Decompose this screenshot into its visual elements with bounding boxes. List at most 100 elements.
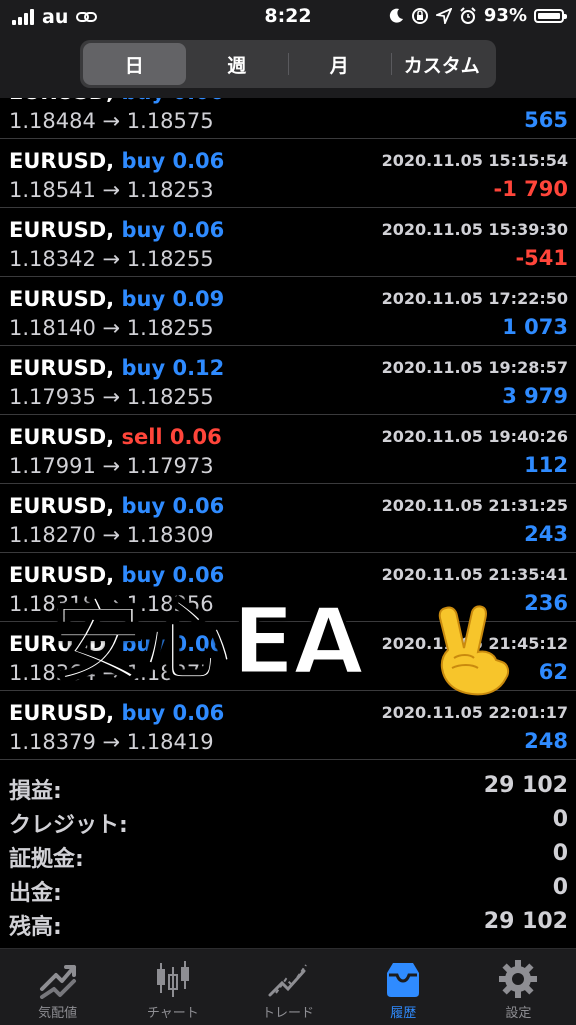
deal-row[interactable]: EURUSD, buy 0.06 2020.11.05 15:39:30 1.183… bbox=[0, 208, 576, 277]
deal-prices: 1.17991 → 1.17973 bbox=[9, 454, 214, 478]
deal-date: 2020.11.05 21:35:41 bbox=[381, 565, 568, 584]
deal-title: EURUSD, sell 0.06 bbox=[9, 425, 222, 449]
deal-title: EURUSD, buy 0.06 bbox=[9, 149, 224, 173]
deal-profit: 248 bbox=[524, 729, 568, 753]
deal-prices: 1.18379 → 1.18419 bbox=[9, 730, 214, 754]
deal-title: EURUSD, buy 0.09 bbox=[9, 287, 224, 311]
battery-percent: 93% bbox=[483, 5, 527, 26]
deal-side: buy 0.06 bbox=[121, 98, 224, 104]
trade-icon bbox=[268, 964, 307, 997]
deal-prices: 1.18270 → 1.18309 bbox=[9, 523, 214, 547]
summary-row: 残高: 29 102 bbox=[0, 906, 576, 940]
history-icon bbox=[387, 963, 420, 997]
deal-row[interactable]: EURUSD, buy 0.06 2020.11.05 14:58:00 1.184… bbox=[0, 98, 576, 139]
summary-label: 出金: bbox=[9, 881, 62, 906]
deal-date: 2020.11.05 19:28:57 bbox=[381, 358, 568, 377]
deal-side: buy 0.06 bbox=[121, 563, 225, 587]
battery-icon bbox=[534, 8, 567, 23]
summary-label: クレジット: bbox=[9, 813, 128, 838]
deal-symbol: EURUSD, bbox=[9, 425, 115, 449]
deal-symbol: EURUSD, bbox=[9, 356, 115, 380]
summary-value: 29 102 bbox=[483, 909, 568, 934]
deal-prices: 1.18484 → 1.18575 bbox=[9, 109, 214, 133]
tab-custom[interactable]: カスタム bbox=[390, 43, 494, 85]
status-right: 93% bbox=[388, 5, 567, 26]
deal-profit: -541 bbox=[515, 246, 568, 270]
deal-side: sell 0.06 bbox=[121, 425, 222, 449]
deal-profit: -1 790 bbox=[493, 177, 568, 201]
deal-title: EURUSD, buy 0.06 bbox=[9, 701, 224, 725]
tab-chart[interactable]: チャート bbox=[115, 949, 230, 1025]
deal-side: buy 0.06 bbox=[121, 701, 225, 725]
deal-profit: 3 979 bbox=[502, 384, 568, 408]
summary-value: 0 bbox=[552, 807, 568, 832]
summary-row: 出金: 0 bbox=[0, 872, 576, 906]
deal-date: 2020.11.05 17:22:50 bbox=[381, 289, 568, 308]
deal-side: buy 0.12 bbox=[121, 356, 225, 380]
summary-value: 0 bbox=[552, 841, 568, 866]
deal-prices: 1.18342 → 1.18255 bbox=[9, 247, 214, 271]
deal-row[interactable]: EURUSD, buy 0.06 2020.11.05 21:31:25 1.182… bbox=[0, 484, 576, 553]
settings-icon bbox=[499, 960, 538, 998]
deal-title: EURUSD, buy 0.06 bbox=[9, 563, 224, 587]
deal-side: buy 0.09 bbox=[121, 287, 225, 311]
deal-date: 2020.11.05 14:58:00 bbox=[382, 98, 568, 101]
tab-chart-label: チャート bbox=[146, 1006, 199, 1021]
tab-week[interactable]: 週 bbox=[186, 43, 289, 85]
deal-date: 2020.11.05 19:40:26 bbox=[381, 427, 568, 446]
summary-value: 0 bbox=[552, 875, 568, 900]
deal-symbol: EURUSD, bbox=[9, 149, 115, 173]
deal-date: 2020.11.05 15:15:54 bbox=[381, 151, 568, 170]
deal-row[interactable]: EURUSD, buy 0.09 2020.11.05 17:22:50 1.181… bbox=[0, 277, 576, 346]
summary-row: クレジット: 0 bbox=[0, 804, 576, 838]
deal-row[interactable]: EURUSD, buy 0.06 2020.11.05 22:01:17 1.183… bbox=[0, 691, 576, 760]
summary-label: 残高: bbox=[9, 915, 62, 940]
deal-profit: 565 bbox=[524, 108, 568, 132]
deal-title: EURUSD, buy 0.06 bbox=[9, 218, 224, 242]
tab-trade[interactable]: トレード bbox=[230, 949, 345, 1025]
tab-quotes[interactable]: 気配値 bbox=[0, 949, 115, 1025]
tab-trade-label: トレード bbox=[262, 1006, 315, 1021]
chart-icon bbox=[156, 961, 189, 997]
deal-prices: 1.18140 → 1.18255 bbox=[9, 316, 214, 340]
tab-month[interactable]: 月 bbox=[288, 43, 391, 85]
header: 日 週 月 カスタム bbox=[0, 34, 576, 98]
deal-row[interactable]: EURUSD, buy 0.06 2020.11.05 15:15:54 1.185… bbox=[0, 139, 576, 208]
deal-profit: 62 bbox=[538, 660, 568, 684]
deal-prices: 1.18541 → 1.18253 bbox=[9, 178, 214, 202]
bottom-tab-bar: 気配値 チャート トレード 履歴 設定 bbox=[0, 948, 576, 1025]
deal-date: 2020.11.05 21:31:25 bbox=[381, 496, 568, 515]
deal-profit: 1 073 bbox=[502, 315, 568, 339]
summary-panel: 損益: 29 102 クレジット: 0 証拠金: 0 出金: 0 残高: 29 102 bbox=[0, 770, 576, 940]
overlay-caption: 安心EA bbox=[50, 588, 365, 695]
rotation-lock-icon bbox=[411, 7, 428, 24]
tab-settings-label: 設定 bbox=[505, 1006, 532, 1021]
deal-profit: 112 bbox=[524, 453, 568, 477]
deal-profit: 236 bbox=[524, 591, 568, 615]
deal-symbol: EURUSD, bbox=[9, 98, 114, 104]
deal-side: buy 0.06 bbox=[121, 494, 225, 518]
deal-symbol: EURUSD, bbox=[9, 218, 115, 242]
summary-label: 証拠金: bbox=[9, 847, 84, 872]
tab-history-label: 履歴 bbox=[390, 1006, 417, 1021]
deal-side: buy 0.06 bbox=[121, 218, 225, 242]
deal-side: buy 0.06 bbox=[121, 149, 225, 173]
tab-history[interactable]: 履歴 bbox=[346, 949, 461, 1025]
deal-title: EURUSD, buy 0.12 bbox=[9, 356, 224, 380]
summary-row: 証拠金: 0 bbox=[0, 838, 576, 872]
summary-row: 損益: 29 102 bbox=[0, 770, 576, 804]
deal-title: EURUSD, buy 0.06 bbox=[9, 494, 224, 518]
status-bar: au 8:22 93% bbox=[0, 0, 576, 34]
tab-day[interactable]: 日 bbox=[83, 43, 186, 85]
deal-date: 2020.11.05 22:01:17 bbox=[381, 703, 568, 722]
deal-row[interactable]: EURUSD, sell 0.06 2020.11.05 19:40:26 1.17… bbox=[0, 415, 576, 484]
period-segmented-control: 日 週 月 カスタム bbox=[80, 40, 496, 88]
moon-icon bbox=[389, 8, 403, 23]
tab-settings[interactable]: 設定 bbox=[461, 949, 576, 1025]
summary-value: 29 102 bbox=[483, 773, 568, 798]
deal-symbol: EURUSD, bbox=[9, 494, 115, 518]
deal-row[interactable]: EURUSD, buy 0.12 2020.11.05 19:28:57 1.179… bbox=[0, 346, 576, 415]
tab-quotes-label: 気配値 bbox=[38, 1006, 78, 1021]
deal-date: 2020.11.05 15:39:30 bbox=[381, 220, 568, 239]
deal-title: EURUSD, buy 0.06 bbox=[9, 98, 224, 104]
